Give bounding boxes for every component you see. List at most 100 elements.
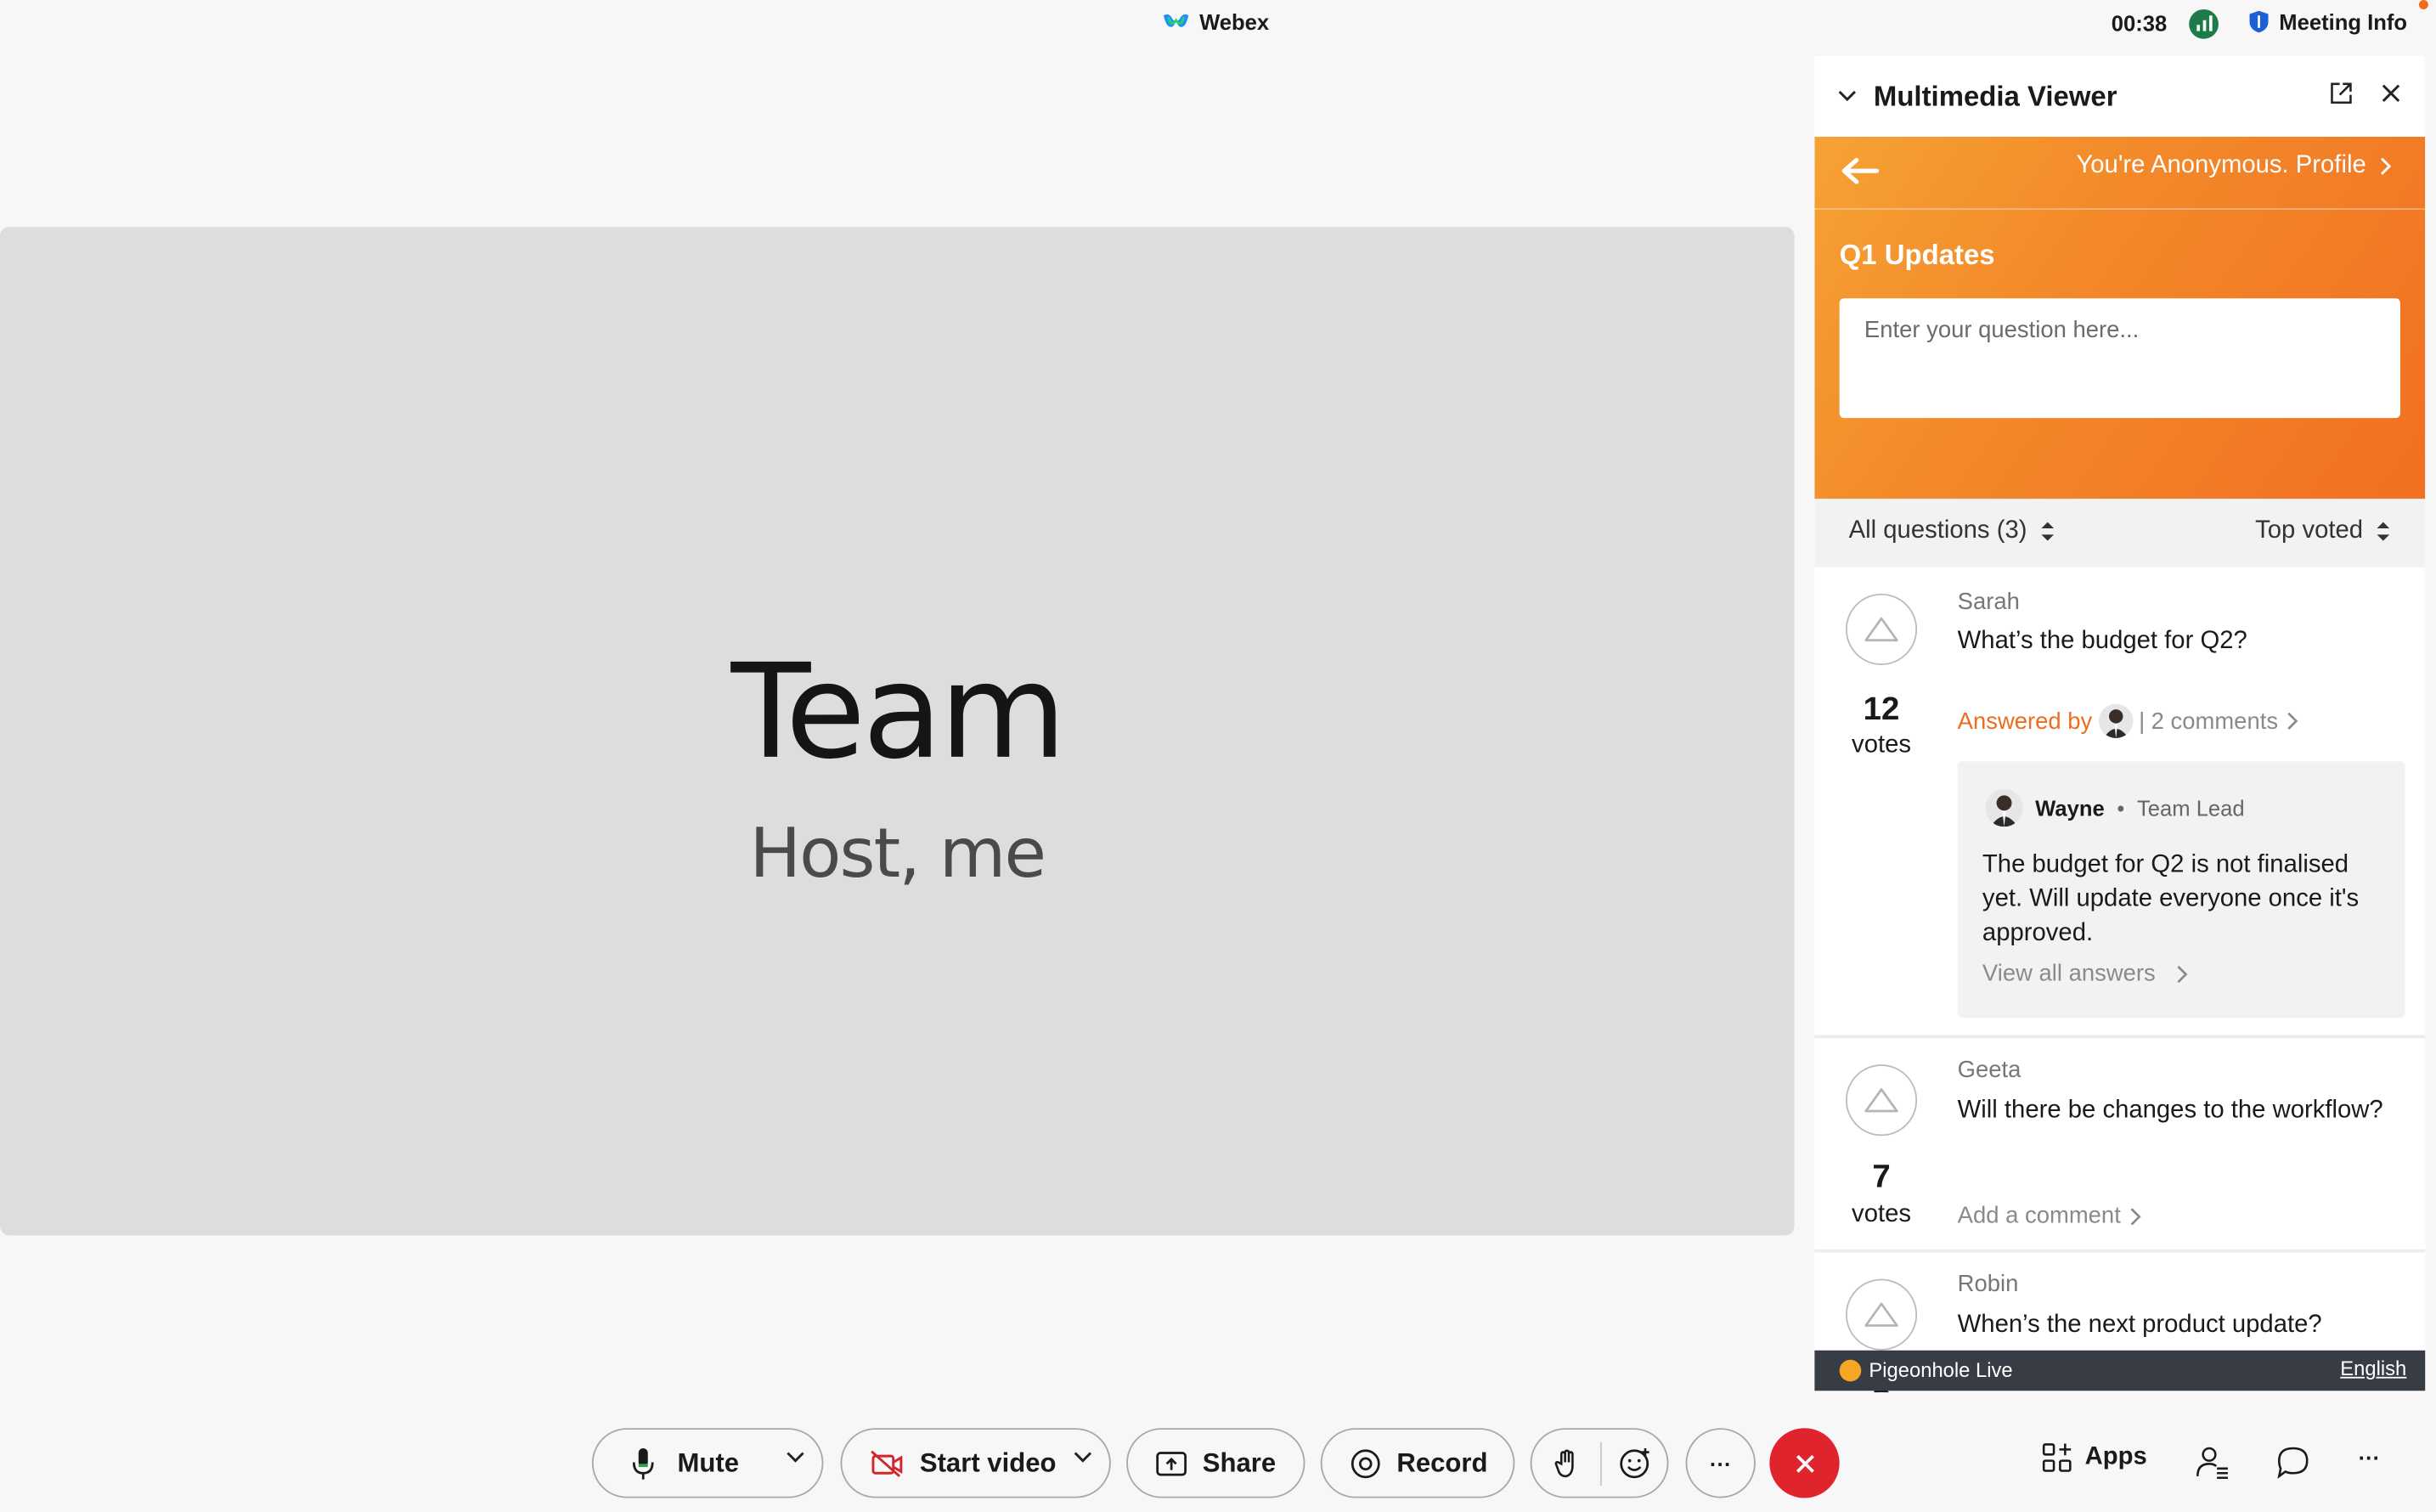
pigeonhole-brand: Pigeonhole Live xyxy=(1839,1357,2013,1382)
overflow-label: ··· xyxy=(2358,1445,2381,1470)
sort-arrows-icon xyxy=(2040,522,2054,541)
video-off-icon xyxy=(871,1449,903,1477)
mute-label: Mute xyxy=(677,1447,740,1477)
meeting-info-label: Meeting Info xyxy=(2279,8,2408,35)
language-link[interactable]: English xyxy=(2340,1357,2406,1379)
network-signal-icon[interactable] xyxy=(2189,8,2219,39)
overflow-menu-button[interactable]: ··· xyxy=(2359,1445,2381,1470)
upvote-triangle-icon xyxy=(1864,1302,1898,1327)
bullet: • xyxy=(2117,795,2125,821)
question-text: Will there be changes to the workflow? xyxy=(1957,1097,2383,1124)
participant-name: Team xyxy=(730,635,1067,788)
chevron-right-icon xyxy=(2178,965,2189,983)
chevron-right-icon xyxy=(2130,1207,2141,1225)
add-comment-link[interactable]: Add a comment xyxy=(1958,1203,2143,1229)
close-icon xyxy=(1796,1453,1813,1472)
question-filter-label: All questions (3) xyxy=(1848,517,2027,544)
more-options-label: ··· xyxy=(1709,1450,1732,1476)
meeting-timer: 00:38 xyxy=(2111,10,2168,37)
question-item: 12 votes Sarah What’s the budget for Q2?… xyxy=(1814,567,2426,1039)
video-stage: Team Host, me xyxy=(0,227,1795,1236)
start-video-button[interactable]: Start video xyxy=(840,1428,1111,1498)
app-title: Webex xyxy=(1199,8,1270,35)
panel-title: Multimedia Viewer xyxy=(1873,80,2117,111)
question-filter-dropdown[interactable]: All questions (3) xyxy=(1849,517,2055,545)
question-header-area: You're Anonymous. Profile Q1 Updates xyxy=(1814,136,2426,499)
share-button[interactable]: Share xyxy=(1126,1428,1305,1498)
question-author: Geeta xyxy=(1957,1056,2022,1084)
answerer-role: Team Lead xyxy=(2136,795,2245,821)
share-label: Share xyxy=(1202,1447,1277,1477)
share-screen-icon xyxy=(1156,1451,1187,1475)
profile-link-label: You're Anonymous. Profile xyxy=(2076,152,2366,179)
upvote-button[interactable] xyxy=(1845,1278,1918,1351)
answer-card: Wayne • Team Lead The budget for Q2 is n… xyxy=(1957,761,2405,1018)
upvote-button[interactable] xyxy=(1845,1064,1918,1137)
upvote-button[interactable] xyxy=(1845,593,1918,665)
answerer-name: Wayne xyxy=(2035,795,2105,821)
vote-count: 7 xyxy=(1872,1159,1891,1195)
apps-icon xyxy=(2042,1443,2072,1472)
popout-icon[interactable] xyxy=(2329,81,2354,105)
add-comment-label: Add a comment xyxy=(1957,1202,2121,1230)
answer-text: The budget for Q2 is not finalised yet. … xyxy=(1982,851,2360,947)
chevron-down-icon[interactable] xyxy=(785,1450,807,1465)
chevron-right-icon xyxy=(2380,157,2391,175)
pigeonhole-brand-label: Pigeonhole Live xyxy=(1869,1357,2013,1382)
avatar xyxy=(2098,703,2133,738)
sort-arrows-icon xyxy=(2377,522,2390,541)
reactions-group xyxy=(1530,1428,1669,1498)
votes-label: votes xyxy=(1852,731,1912,759)
shield-icon xyxy=(2249,10,2269,33)
start-video-label: Start video xyxy=(919,1447,1057,1477)
meeting-info-button[interactable]: Meeting Info xyxy=(2248,9,2407,34)
top-bar: Webex 00:38 Meeting Info xyxy=(0,0,2436,50)
chevron-down-icon[interactable] xyxy=(1072,1450,1094,1465)
question-text: When’s the next product update? xyxy=(1957,1312,2322,1339)
filter-bar: All questions (3) Top voted xyxy=(1814,499,2426,567)
question-list: 12 votes Sarah What’s the budget for Q2?… xyxy=(1814,567,2426,1392)
record-icon xyxy=(1351,1448,1380,1478)
chevron-right-icon xyxy=(2287,712,2298,730)
multimedia-viewer-panel: Multimedia Viewer You're Anonymous. Prof… xyxy=(1814,55,2426,1393)
participants-icon[interactable] xyxy=(2196,1445,2230,1480)
emoji-reaction-icon[interactable] xyxy=(1619,1447,1653,1481)
close-icon[interactable] xyxy=(2378,81,2403,105)
upvote-triangle-icon xyxy=(1864,617,1898,642)
question-meta: Answered by | 2 comments xyxy=(1957,703,2300,738)
record-button[interactable]: Record xyxy=(1320,1428,1515,1498)
raise-hand-icon[interactable] xyxy=(1554,1448,1582,1480)
webex-logo-icon xyxy=(1163,14,1189,27)
question-author: Robin xyxy=(1957,1271,2019,1298)
chevron-down-icon[interactable] xyxy=(1836,88,1858,104)
session-title: Q1 Updates xyxy=(1839,239,1995,271)
separator: | xyxy=(2139,708,2146,735)
more-options-button[interactable]: ··· xyxy=(1685,1428,1756,1498)
participant-role: Host, me xyxy=(749,814,1046,894)
avatar xyxy=(1985,789,2023,827)
vote-count: 12 xyxy=(1863,691,1900,728)
sort-label: Top voted xyxy=(2255,517,2364,544)
mute-button[interactable]: Mute xyxy=(591,1428,824,1498)
apps-label: Apps xyxy=(2084,1443,2147,1470)
profile-link[interactable]: You're Anonymous. Profile xyxy=(2076,152,2391,180)
question-input[interactable] xyxy=(1839,298,2400,419)
answered-by-label: Answered by xyxy=(1957,708,2093,735)
comments-link[interactable]: 2 comments xyxy=(2151,708,2278,734)
upvote-triangle-icon xyxy=(1864,1088,1898,1113)
apps-button[interactable]: Apps xyxy=(2041,1442,2147,1474)
pigeonhole-footer: Pigeonhole Live English xyxy=(1814,1350,2426,1391)
question-text: What’s the budget for Q2? xyxy=(1957,628,2247,655)
chat-icon[interactable] xyxy=(2276,1445,2310,1479)
sort-dropdown[interactable]: Top voted xyxy=(2255,517,2391,545)
end-call-button[interactable] xyxy=(1769,1428,1840,1498)
question-author: Sarah xyxy=(1957,589,2020,616)
view-all-answers-link[interactable]: View all answers xyxy=(1982,961,2190,987)
view-all-answers-label: View all answers xyxy=(1982,960,2156,987)
back-arrow-icon[interactable] xyxy=(1840,155,1881,187)
pigeonhole-logo-icon xyxy=(1839,1358,1862,1381)
notification-dot xyxy=(2418,0,2428,9)
app-brand: Webex xyxy=(1162,9,1269,34)
microphone-icon xyxy=(632,1447,654,1479)
question-item: 7 votes Geeta Will there be changes to t… xyxy=(1814,1038,2426,1253)
